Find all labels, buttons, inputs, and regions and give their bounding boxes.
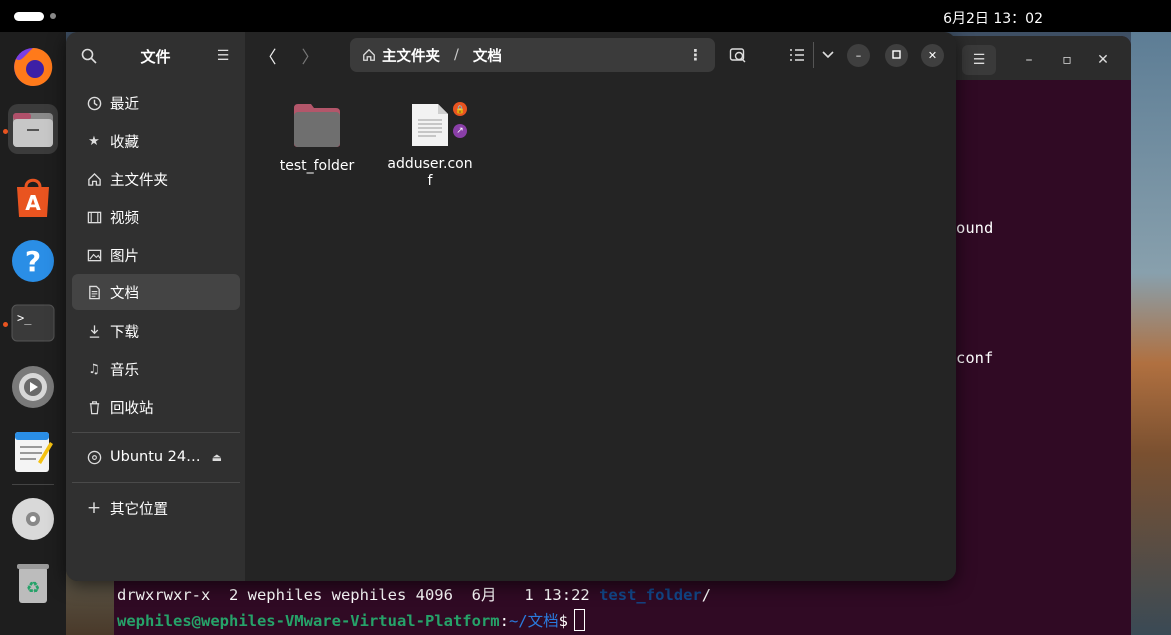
dock-separator	[12, 484, 54, 485]
path-menu-button[interactable]: ⋮	[688, 46, 703, 64]
svg-text:♻: ♻	[26, 578, 40, 597]
files-header-bar: 〈 〉 主文件夹 / 文档 ⋮ – ✕	[245, 32, 956, 78]
download-icon	[86, 323, 102, 339]
sidebar-item-trash[interactable]: 回收站	[72, 389, 240, 425]
close-icon: ✕	[1097, 52, 1109, 68]
sidebar-item-downloads[interactable]: 下载	[72, 313, 240, 349]
clock[interactable]: 6月2日 13：02	[0, 8, 1171, 28]
terminal-partial-text: conf	[956, 349, 994, 367]
svg-text:>_: >_	[17, 311, 32, 325]
close-button[interactable]: ✕	[921, 44, 944, 67]
terminal-dir-name: test_folder	[599, 586, 702, 604]
breadcrumb-home[interactable]: 主文件夹	[382, 45, 440, 66]
terminal-minimize-button[interactable]: –	[1012, 45, 1046, 75]
svg-text:A: A	[25, 191, 41, 215]
file-item-document[interactable]: 🔒 ↗ adduser.conf	[380, 102, 480, 190]
disc-icon	[86, 449, 102, 465]
file-name: test_folder	[279, 158, 355, 174]
terminal-maximize-button[interactable]: ▫	[1050, 45, 1084, 75]
terminal-icon[interactable]: >_	[8, 298, 58, 348]
sidebar-divider	[72, 482, 240, 483]
chevron-right-icon: 〉	[301, 47, 319, 68]
star-icon: ★	[88, 133, 100, 149]
minimize-icon: –	[855, 49, 862, 62]
file-name: adduser.conf	[387, 156, 473, 189]
plus-icon: +	[86, 498, 102, 518]
sidebar-item-starred[interactable]: ★ 收藏	[72, 123, 240, 159]
list-view-icon	[790, 49, 804, 61]
maximize-icon	[892, 49, 901, 62]
top-bar: 6月2日 13：02	[0, 0, 1171, 32]
sidebar-item-videos[interactable]: 视频	[72, 199, 240, 235]
svg-text:?: ?	[25, 245, 41, 278]
film-icon	[86, 209, 102, 225]
home-icon	[362, 48, 376, 62]
minimize-icon: –	[1025, 52, 1033, 68]
text-file-icon	[412, 104, 448, 146]
sidebar-item-home[interactable]: 主文件夹	[72, 161, 240, 197]
search-files-button[interactable]	[727, 44, 749, 66]
sidebar-item-ubuntu-device[interactable]: Ubuntu 24… ⏏	[72, 439, 240, 475]
terminal-ls-line: drwxrwxr-x 2 wephiles wephiles 4096 6月 1…	[117, 586, 712, 604]
help-icon[interactable]: ?	[8, 236, 58, 286]
path-bar[interactable]: 主文件夹 / 文档 ⋮	[350, 38, 715, 72]
file-item-folder[interactable]: test_folder	[267, 102, 367, 175]
minimize-button[interactable]: –	[847, 44, 870, 67]
view-dropdown-button[interactable]	[818, 45, 838, 65]
terminal-menu-button[interactable]: ☰	[962, 45, 996, 75]
lock-emblem-icon: 🔒	[453, 102, 467, 116]
document-icon	[86, 284, 102, 300]
forward-button[interactable]: 〉	[297, 42, 323, 68]
dock: A ? >_ ♻	[0, 32, 66, 635]
home-icon	[86, 171, 102, 187]
close-icon: ✕	[927, 49, 938, 62]
maximize-icon: ▫	[1062, 52, 1072, 68]
app-center-icon[interactable]: A	[8, 172, 58, 222]
desktop-wallpaper	[1131, 32, 1171, 635]
chevron-down-icon	[822, 48, 834, 62]
terminal-cursor	[573, 609, 585, 631]
search-icon	[729, 48, 746, 63]
sidebar-item-music[interactable]: ♫ 音乐	[72, 351, 240, 387]
terminal-close-button[interactable]: ✕	[1086, 45, 1120, 75]
symlink-emblem-icon: ↗	[453, 124, 467, 138]
image-icon	[86, 247, 102, 263]
trash-icon	[86, 399, 102, 415]
files-icon[interactable]	[8, 104, 58, 154]
sidebar-item-pictures[interactable]: 图片	[72, 237, 240, 273]
hamburger-icon: ☰	[972, 52, 986, 68]
sidebar-item-other-locations[interactable]: + 其它位置	[72, 490, 240, 526]
clock-icon	[86, 95, 102, 111]
back-button[interactable]: 〈	[255, 42, 281, 68]
folder-icon	[294, 104, 340, 147]
files-window[interactable]: 文件 ☰ 最近 ★ 收藏 主文件夹 视频 图片 文档 下载 ♫ 音乐 回收站 U…	[66, 32, 956, 581]
kebab-menu-icon: ⋮	[688, 46, 703, 64]
settings-icon[interactable]	[8, 362, 58, 412]
sidebar-menu-button[interactable]: ☰	[213, 46, 233, 66]
eject-icon[interactable]: ⏏	[212, 451, 222, 464]
sidebar-divider	[72, 432, 240, 433]
hamburger-icon: ☰	[216, 48, 230, 64]
text-editor-icon[interactable]	[8, 426, 58, 476]
maximize-button[interactable]	[885, 44, 908, 67]
breadcrumb-current[interactable]: 文档	[473, 45, 502, 66]
sidebar-item-documents[interactable]: 文档	[72, 274, 240, 310]
music-icon: ♫	[88, 361, 100, 377]
view-options-button[interactable]	[787, 45, 807, 65]
breadcrumb-separator: /	[454, 47, 459, 63]
files-sidebar: 文件 ☰ 最近 ★ 收藏 主文件夹 视频 图片 文档 下载 ♫ 音乐 回收站 U…	[66, 32, 245, 581]
chevron-left-icon: 〈	[259, 47, 277, 68]
terminal-partial-text: ound	[956, 219, 994, 237]
dvd-icon[interactable]	[8, 494, 58, 544]
trash-icon[interactable]: ♻	[8, 558, 58, 608]
header-divider	[813, 42, 814, 68]
sidebar-item-recent[interactable]: 最近	[72, 85, 240, 121]
firefox-icon[interactable]	[8, 42, 58, 92]
terminal-prompt[interactable]: wephiles@wephiles-VMware-Virtual-Platfor…	[117, 609, 585, 631]
